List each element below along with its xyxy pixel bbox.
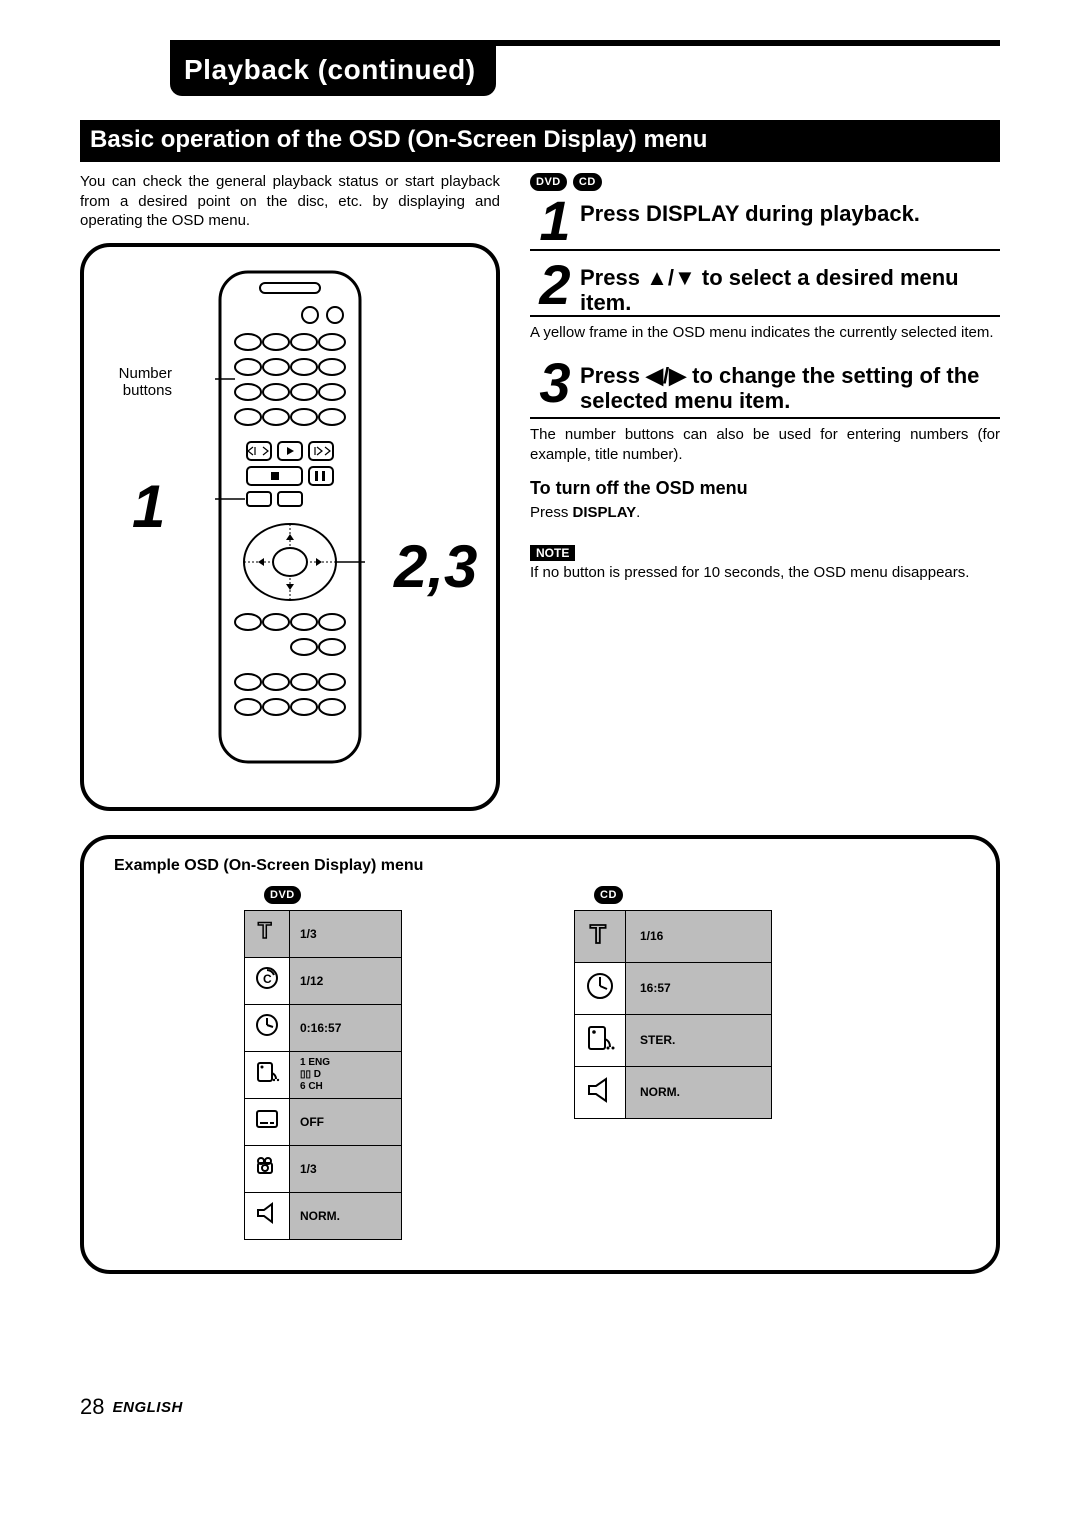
callout-step-1: 1 — [132, 472, 165, 541]
svg-text:T: T — [590, 919, 606, 949]
osd-cd-table: T 1/16 16:57 STER. NORM. — [574, 910, 772, 1119]
osd-cd-time: 16:57 — [626, 962, 772, 1014]
osd-cd-audio: STER. — [626, 1014, 772, 1066]
note-label: NOTE — [530, 545, 575, 561]
osd-cd-track: 1/16 — [626, 910, 772, 962]
step-2: 2 Press ▲/▼ to select a desired menu ite… — [530, 257, 1000, 316]
step-3: 3 Press ◀/▶ to change the setting of the… — [530, 355, 1000, 420]
step-1-number: 1 — [530, 193, 580, 245]
osd-dvd-subtitle: OFF — [290, 1098, 402, 1145]
sound-icon — [245, 1192, 290, 1239]
example-panel: Example OSD (On-Screen Display) menu DVD… — [80, 835, 1000, 1274]
disc-badges: DVD CD — [530, 172, 1000, 191]
intro-text: You can check the general playback statu… — [80, 172, 500, 231]
section-title: Basic operation of the OSD (On-Screen Di… — [80, 120, 1000, 162]
osd-cd-sound: NORM. — [626, 1066, 772, 1118]
step-1-text: Press DISPLAY during playback. — [580, 193, 920, 226]
chapter-icon: C — [245, 957, 290, 1004]
page-language: ENGLISH — [113, 1399, 183, 1416]
note-body: If no button is pressed for 10 seconds, … — [530, 563, 1000, 583]
cd-badge: CD — [573, 173, 602, 191]
page-number: 28 — [80, 1394, 104, 1419]
remote-icon — [215, 267, 365, 767]
osd-dvd-angle: 1/3 — [290, 1145, 402, 1192]
osd-dvd-time: 0:16:57 — [290, 1004, 402, 1051]
svg-text:T: T — [258, 918, 272, 943]
osd-dvd-audio: 1 ENG ▯▯ D 6 CH — [290, 1051, 402, 1098]
cd-pill: CD — [594, 886, 623, 904]
manual-page: Playback (continued) Basic operation of … — [0, 0, 1080, 1460]
svg-text:C: C — [263, 972, 272, 986]
osd-dvd-table: T 1/3 C 1/12 0:16:57 1 ENG ▯▯ D 6 CH OFF — [244, 910, 402, 1240]
step-3-body: The number buttons can also be used for … — [530, 425, 1000, 464]
title-icon: T — [245, 910, 290, 957]
osd-dvd-sound: NORM. — [290, 1192, 402, 1239]
dvd-pill: DVD — [264, 886, 301, 904]
osd-dvd-column: DVD T 1/3 C 1/12 0:16:57 1 ENG ▯▯ D 6 CH — [244, 885, 424, 1240]
right-column: DVD CD 1 Press DISPLAY during playback. … — [530, 172, 1000, 594]
step-2-body: A yellow frame in the OSD menu indicates… — [530, 323, 1000, 343]
header-rule: Playback (continued) — [170, 40, 1000, 96]
angle-icon — [245, 1145, 290, 1192]
clock-icon — [575, 962, 626, 1014]
clock-icon — [245, 1004, 290, 1051]
step-3-text: Press ◀/▶ to change the setting of the s… — [580, 355, 1000, 414]
osd-dvd-title: 1/3 — [290, 910, 402, 957]
label-number-buttons: Number buttons — [102, 365, 172, 399]
step-2-text: Press ▲/▼ to select a desired menu item. — [580, 257, 1000, 316]
subtitle-icon — [245, 1098, 290, 1145]
step-2-number: 2 — [530, 257, 580, 309]
osd-cd-column: CD T 1/16 16:57 STER. NORM. — [574, 885, 794, 1240]
left-column: You can check the general playback statu… — [80, 172, 500, 811]
callout-step-23: 2,3 — [394, 532, 477, 601]
page-title: Playback (continued) — [170, 46, 496, 96]
osd-dvd-chapter: 1/12 — [290, 957, 402, 1004]
audio-icon — [245, 1051, 290, 1098]
turn-off-body: Press DISPLAY. — [530, 503, 1000, 523]
page-footer: 28 ENGLISH — [80, 1394, 1000, 1420]
turn-off-heading: To turn off the OSD menu — [530, 478, 1000, 499]
title-icon: T — [575, 910, 626, 962]
audio-icon — [575, 1014, 626, 1066]
example-title: Example OSD (On-Screen Display) menu — [114, 857, 966, 875]
remote-panel: Number buttons 1 2,3 — [80, 243, 500, 811]
step-1: 1 Press DISPLAY during playback. — [530, 193, 1000, 251]
sound-icon — [575, 1066, 626, 1118]
step-3-number: 3 — [530, 355, 580, 407]
